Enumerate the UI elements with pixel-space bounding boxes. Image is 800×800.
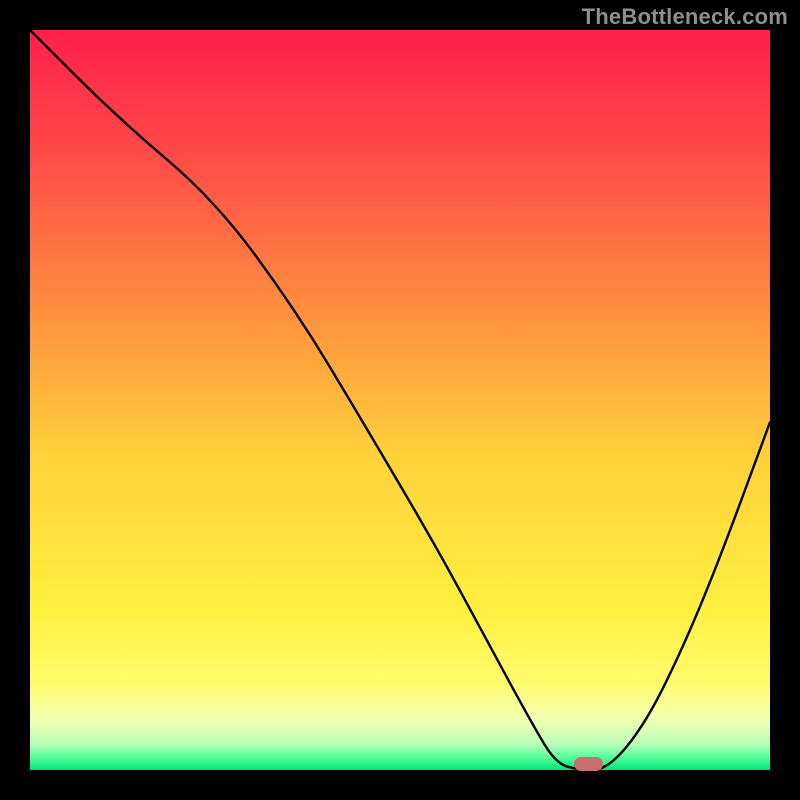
heat-gradient-background — [30, 30, 770, 770]
chart-frame: TheBottleneck.com — [0, 0, 800, 800]
plot-area — [30, 30, 770, 770]
optimum-marker — [574, 757, 604, 770]
watermark-text: TheBottleneck.com — [582, 4, 788, 30]
